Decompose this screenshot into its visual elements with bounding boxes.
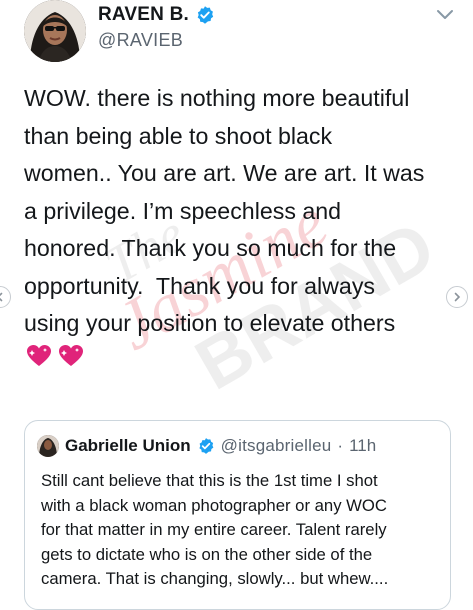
quoted-avatar[interactable]	[37, 435, 59, 457]
avatar-image	[24, 0, 86, 62]
quoted-timestamp[interactable]: 11h	[349, 436, 376, 456]
chevron-left-icon	[0, 292, 3, 302]
tweet-header: RAVEN B. @RAVIEB	[24, 0, 454, 64]
next-slide-button[interactable]	[446, 286, 468, 308]
separator-dot: ·	[337, 436, 344, 455]
previous-slide-button[interactable]	[0, 286, 11, 308]
chevron-down-icon[interactable]	[436, 8, 454, 22]
avatar[interactable]	[24, 0, 86, 62]
sparkling-heart-icon	[27, 345, 51, 366]
handle[interactable]: @RAVIEB	[98, 30, 183, 51]
quoted-tweet-header: Gabrielle Union @itsgabrielleu · 11h	[37, 435, 376, 457]
display-name[interactable]: RAVEN B.	[98, 4, 189, 26]
display-name-row: RAVEN B.	[98, 4, 215, 26]
quoted-tweet[interactable]: Gabrielle Union @itsgabrielleu · 11h Sti…	[24, 420, 451, 610]
verified-badge-icon	[197, 6, 214, 24]
verified-badge-icon	[199, 438, 213, 454]
quoted-display-name[interactable]: Gabrielle Union	[65, 436, 191, 456]
quoted-tweet-text: Still cant believe that this is the 1st …	[41, 471, 389, 588]
quoted-avatar-image	[37, 435, 59, 457]
chevron-right-icon	[454, 292, 461, 302]
sparkling-heart-icon	[59, 345, 83, 366]
quoted-handle[interactable]: @itsgabrielleu	[221, 436, 332, 456]
emoji-row	[26, 344, 84, 368]
tweet-text: WOW. there is nothing more beautiful tha…	[24, 85, 425, 336]
